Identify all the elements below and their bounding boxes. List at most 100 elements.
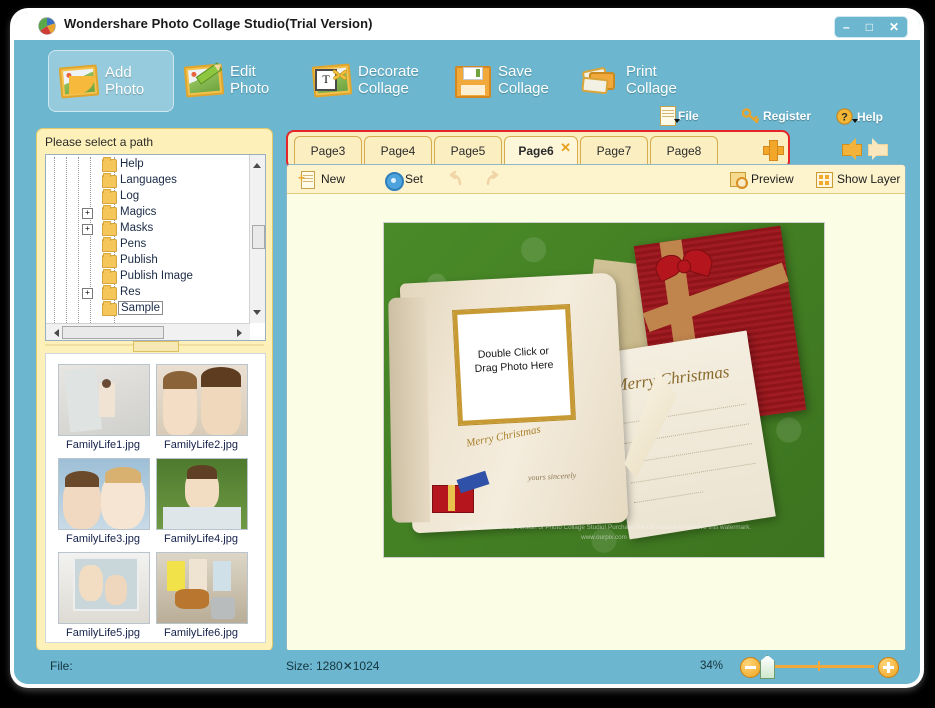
file-menu-label: File [678, 108, 699, 123]
show-layer-label: Show Layer [837, 172, 901, 186]
thumbnail-list[interactable]: FamilyLife1.jpg FamilyLife2.jpg FamilyLi… [45, 353, 266, 643]
zoom-out-icon[interactable] [740, 657, 761, 678]
page-tab-page5[interactable]: Page5 [434, 136, 502, 164]
redo-button[interactable] [483, 168, 501, 190]
help-button[interactable]: ? Help [836, 108, 883, 125]
prev-page-arrow-icon[interactable] [834, 138, 862, 160]
page-tab-page3[interactable]: Page3 [294, 136, 362, 164]
thumbnail-item[interactable]: FamilyLife6.jpg [156, 552, 248, 639]
tree-item-log[interactable]: Log [46, 189, 250, 205]
tree-item-publish[interactable]: Publish [46, 253, 250, 269]
zoom-in-icon[interactable] [878, 657, 899, 678]
thumbnail-image [156, 552, 248, 624]
tree-item-masks[interactable]: + Masks [46, 221, 250, 237]
page-tab-page7[interactable]: Page7 [580, 136, 648, 164]
tree-item-sample[interactable]: Sample [46, 301, 250, 317]
thumbnail-item[interactable]: FamilyLife2.jpg [156, 364, 248, 451]
page-tab-label: Page5 [450, 143, 486, 158]
zoom-controls: 34% [700, 655, 900, 679]
expand-icon[interactable]: + [82, 208, 93, 219]
expand-icon[interactable]: + [82, 288, 93, 299]
redo-icon [486, 171, 499, 186]
print-collage-button[interactable]: Print Collage [570, 50, 706, 110]
tree-item-label: Languages [120, 174, 177, 186]
folder-icon [102, 205, 117, 220]
set-button[interactable]: Set [383, 168, 423, 191]
register-label: Register [763, 109, 812, 123]
undo-button[interactable] [447, 168, 465, 190]
tree-item-label: Pens [120, 238, 147, 250]
tree-item-languages[interactable]: Languages [46, 173, 250, 189]
folder-tree-scrollbar-vertical[interactable] [249, 155, 265, 323]
thumbnail-name: FamilyLife2.jpg [164, 439, 238, 451]
close-tab-icon[interactable]: ✕ [560, 140, 571, 156]
decorate-collage-label-1: Decorate [358, 63, 419, 80]
expand-icon[interactable]: + [82, 224, 93, 235]
thumbnail-image [156, 458, 248, 530]
file-menu-button[interactable]: File [658, 106, 699, 126]
folder-tree-rows: Help Languages Log + Magics + Masks Pens Publish… [46, 157, 250, 323]
folder-icon [102, 253, 117, 268]
tree-item-label: Help [120, 158, 144, 170]
tree-item-label: Res [120, 286, 141, 298]
photo-drop-slot[interactable]: Double Click or Drag Photo Here [453, 304, 575, 425]
tree-item-pens[interactable]: Pens [46, 237, 250, 253]
next-page-arrow-icon[interactable] [868, 138, 894, 160]
status-file-label: File: [50, 659, 73, 673]
save-collage-icon [450, 61, 492, 99]
question-icon: ? [836, 108, 853, 125]
folder-tree[interactable]: Help Languages Log + Magics + Masks Pens Publish… [45, 154, 266, 341]
add-photo-icon [57, 62, 100, 100]
help-label: Help [857, 109, 884, 124]
window-title: Wondershare Photo Collage Studio(Trial V… [64, 16, 373, 31]
layers-icon [815, 171, 833, 188]
book-signature-text: yours sincerely [527, 470, 577, 483]
save-collage-label-2: Collage [498, 80, 549, 97]
work-area: + New Set Preview Show Layer Merry Chris… [286, 164, 906, 652]
tree-item-help[interactable]: Help [46, 157, 250, 173]
thumbnail-item[interactable]: FamilyLife1.jpg [58, 364, 150, 451]
zoom-slider-thumb[interactable] [760, 655, 775, 679]
page-tab-page8[interactable]: Page8 [650, 136, 718, 164]
thumbnail-item[interactable]: FamilyLife4.jpg [156, 458, 248, 545]
chevron-down-icon [852, 119, 858, 126]
close-button[interactable]: ✕ [889, 21, 899, 33]
page-tab-page4[interactable]: Page4 [364, 136, 432, 164]
decorate-collage-icon: T [310, 61, 353, 99]
page-tab-label: Page6 [518, 143, 554, 158]
thumbnail-name: FamilyLife5.jpg [66, 627, 140, 639]
add-page-icon[interactable] [763, 140, 784, 161]
thumbnail-item[interactable]: FamilyLife3.jpg [58, 458, 150, 545]
collage-canvas[interactable]: Merry Christmas Double Click or Drag Pho… [383, 222, 825, 558]
folder-icon [102, 237, 117, 252]
add-photo-label-1: Add [105, 64, 132, 81]
tree-item-label: Log [120, 190, 140, 202]
zoom-percent-label: 34% [700, 660, 724, 672]
zoom-slider-track[interactable] [766, 665, 874, 668]
maximize-button[interactable]: □ [866, 21, 873, 33]
new-page-button[interactable]: + New [298, 168, 345, 190]
folder-tree-scrollbar-horizontal[interactable] [46, 323, 250, 340]
tree-item-magics[interactable]: + Magics [46, 205, 250, 221]
tree-item-label: Publish [120, 254, 158, 266]
tree-item-res[interactable]: + Res [46, 285, 250, 301]
decorate-collage-button[interactable]: T Decorate Collage [302, 50, 448, 110]
canvas-scroll-area[interactable]: Merry Christmas Double Click or Drag Pho… [287, 193, 905, 651]
page-tab-page6[interactable]: Page6 ✕ [504, 136, 578, 164]
title-bar: Wondershare Photo Collage Studio(Trial V… [14, 12, 920, 40]
add-photo-button[interactable]: Add Photo [48, 50, 174, 112]
register-button[interactable]: Register [742, 108, 811, 124]
show-layer-button[interactable]: Show Layer [815, 168, 900, 190]
thumbnail-item[interactable]: FamilyLife5.jpg [58, 552, 150, 639]
save-collage-button[interactable]: Save Collage [442, 50, 578, 110]
minimize-button[interactable]: – [843, 21, 850, 33]
tree-item-publish-image[interactable]: Publish Image [46, 269, 250, 285]
panel-splitter[interactable] [45, 341, 264, 352]
ribbon-bow-icon [651, 241, 720, 293]
edit-photo-button[interactable]: Edit Photo [174, 50, 298, 110]
print-collage-label-2: Collage [626, 80, 677, 97]
page-tab-label: Page7 [596, 143, 632, 158]
preview-button[interactable]: Preview [729, 168, 794, 190]
thumbnail-name: FamilyLife6.jpg [164, 627, 238, 639]
preview-label: Preview [751, 172, 794, 186]
